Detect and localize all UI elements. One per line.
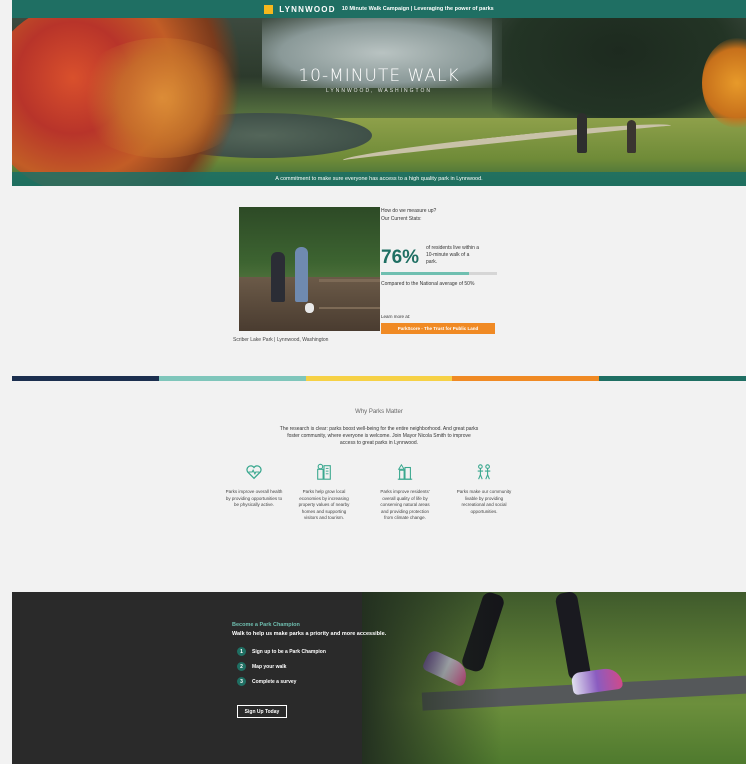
learn-more-label: Learn more at: xyxy=(381,314,411,319)
stats-question-text: How do we measure up? xyxy=(381,208,437,214)
sign-up-button[interactable]: Sign Up Today xyxy=(237,705,287,718)
campaign-logo: 10-MINUTE WALK LYNNWOOD, WASHINGTON xyxy=(12,66,746,94)
hero-autumn-foliage xyxy=(72,38,252,158)
stat-description: of residents live within a 10-minute wal… xyxy=(426,245,480,265)
tagline: A commitment to make sure everyone has a… xyxy=(275,176,483,182)
hero-walker xyxy=(627,120,636,153)
photo-dog xyxy=(305,303,314,313)
photo-woman xyxy=(295,247,308,302)
feature-text: Parks help grow local economies by incre… xyxy=(298,489,350,520)
top-bar: LYNNWOOD 10 Minute Walk Campaign | Lever… xyxy=(12,0,746,18)
step-label: Sign up to be a Park Champion xyxy=(252,648,326,655)
stat-comparison: Compared to the National average of 50% xyxy=(381,281,475,287)
feature-health: Parks improve overall health by providin… xyxy=(225,463,283,509)
campaign-title: 10-MINUTE WALK xyxy=(298,66,460,86)
city-building-icon xyxy=(317,463,331,480)
runner-photo xyxy=(362,592,746,764)
why-heading: Why Parks Matter xyxy=(355,409,403,415)
step-label: Complete a survey xyxy=(252,678,297,685)
community-people-icon xyxy=(477,464,491,480)
step-label: Map your walk xyxy=(252,663,287,670)
stat-progress-fill xyxy=(381,272,470,275)
logo-text[interactable]: LYNNWOOD xyxy=(279,5,335,14)
parkscore-button[interactable]: ParkScore - The Trust for Public Land xyxy=(381,323,495,334)
step-number: 2 xyxy=(237,662,246,671)
park-photo xyxy=(239,207,380,331)
feature-text: Parks improve overall health by providin… xyxy=(225,489,283,507)
heart-pulse-icon xyxy=(246,465,262,480)
hero-walker-stroller xyxy=(577,113,587,153)
nature-tree-icon xyxy=(397,463,413,480)
step-2: 2 Map your walk xyxy=(237,662,286,671)
stats-question: How do we measure up? Our Current Stats: xyxy=(381,207,436,223)
hero-banner: 10-MINUTE WALK LYNNWOOD, WASHINGTON A co… xyxy=(12,18,746,186)
tagline-bar: A commitment to make sure everyone has a… xyxy=(12,172,746,186)
campaign-location: LYNNWOOD, WASHINGTON xyxy=(325,88,433,94)
step-number: 3 xyxy=(237,677,246,686)
why-parks-section: Why Parks Matter The research is clear: … xyxy=(12,381,746,592)
stats-question-sub: Our Current Stats: xyxy=(381,216,422,222)
why-intro: The research is clear: parks boost well-… xyxy=(279,426,479,446)
champion-section: Become a Park Champion Walk to help us m… xyxy=(12,592,746,764)
stat-progress-bar xyxy=(381,272,497,275)
photo-man xyxy=(271,252,285,302)
champion-subtitle: Walk to help us make parks a priority an… xyxy=(232,631,387,637)
photo-caption: Scriber Lake Park | Lynnwood, Washington xyxy=(233,337,329,343)
stat-percent: 76% xyxy=(381,247,420,268)
feature-text: Parks improve residents' overall quality… xyxy=(380,489,430,520)
feature-text: Parks make our community livable by prov… xyxy=(456,489,512,514)
stats-section: Scriber Lake Park | Lynnwood, Washington… xyxy=(12,186,746,376)
step-number: 1 xyxy=(237,647,246,656)
page-title: 10 Minute Walk Campaign | Leveraging the… xyxy=(341,6,494,12)
feature-environment: Parks improve residents' overall quality… xyxy=(376,463,434,522)
step-1: 1 Sign up to be a Park Champion xyxy=(237,647,326,656)
lynnwood-logo-icon[interactable] xyxy=(264,4,274,14)
photo-rail xyxy=(319,279,380,309)
feature-economy: Parks help grow local economies by incre… xyxy=(295,463,353,522)
feature-community: Parks make our community livable by prov… xyxy=(455,463,513,515)
step-3: 3 Complete a survey xyxy=(237,677,296,686)
champion-title: Become a Park Champion xyxy=(232,622,300,628)
photo-shade xyxy=(362,592,502,764)
photo-leg-right xyxy=(554,592,592,682)
